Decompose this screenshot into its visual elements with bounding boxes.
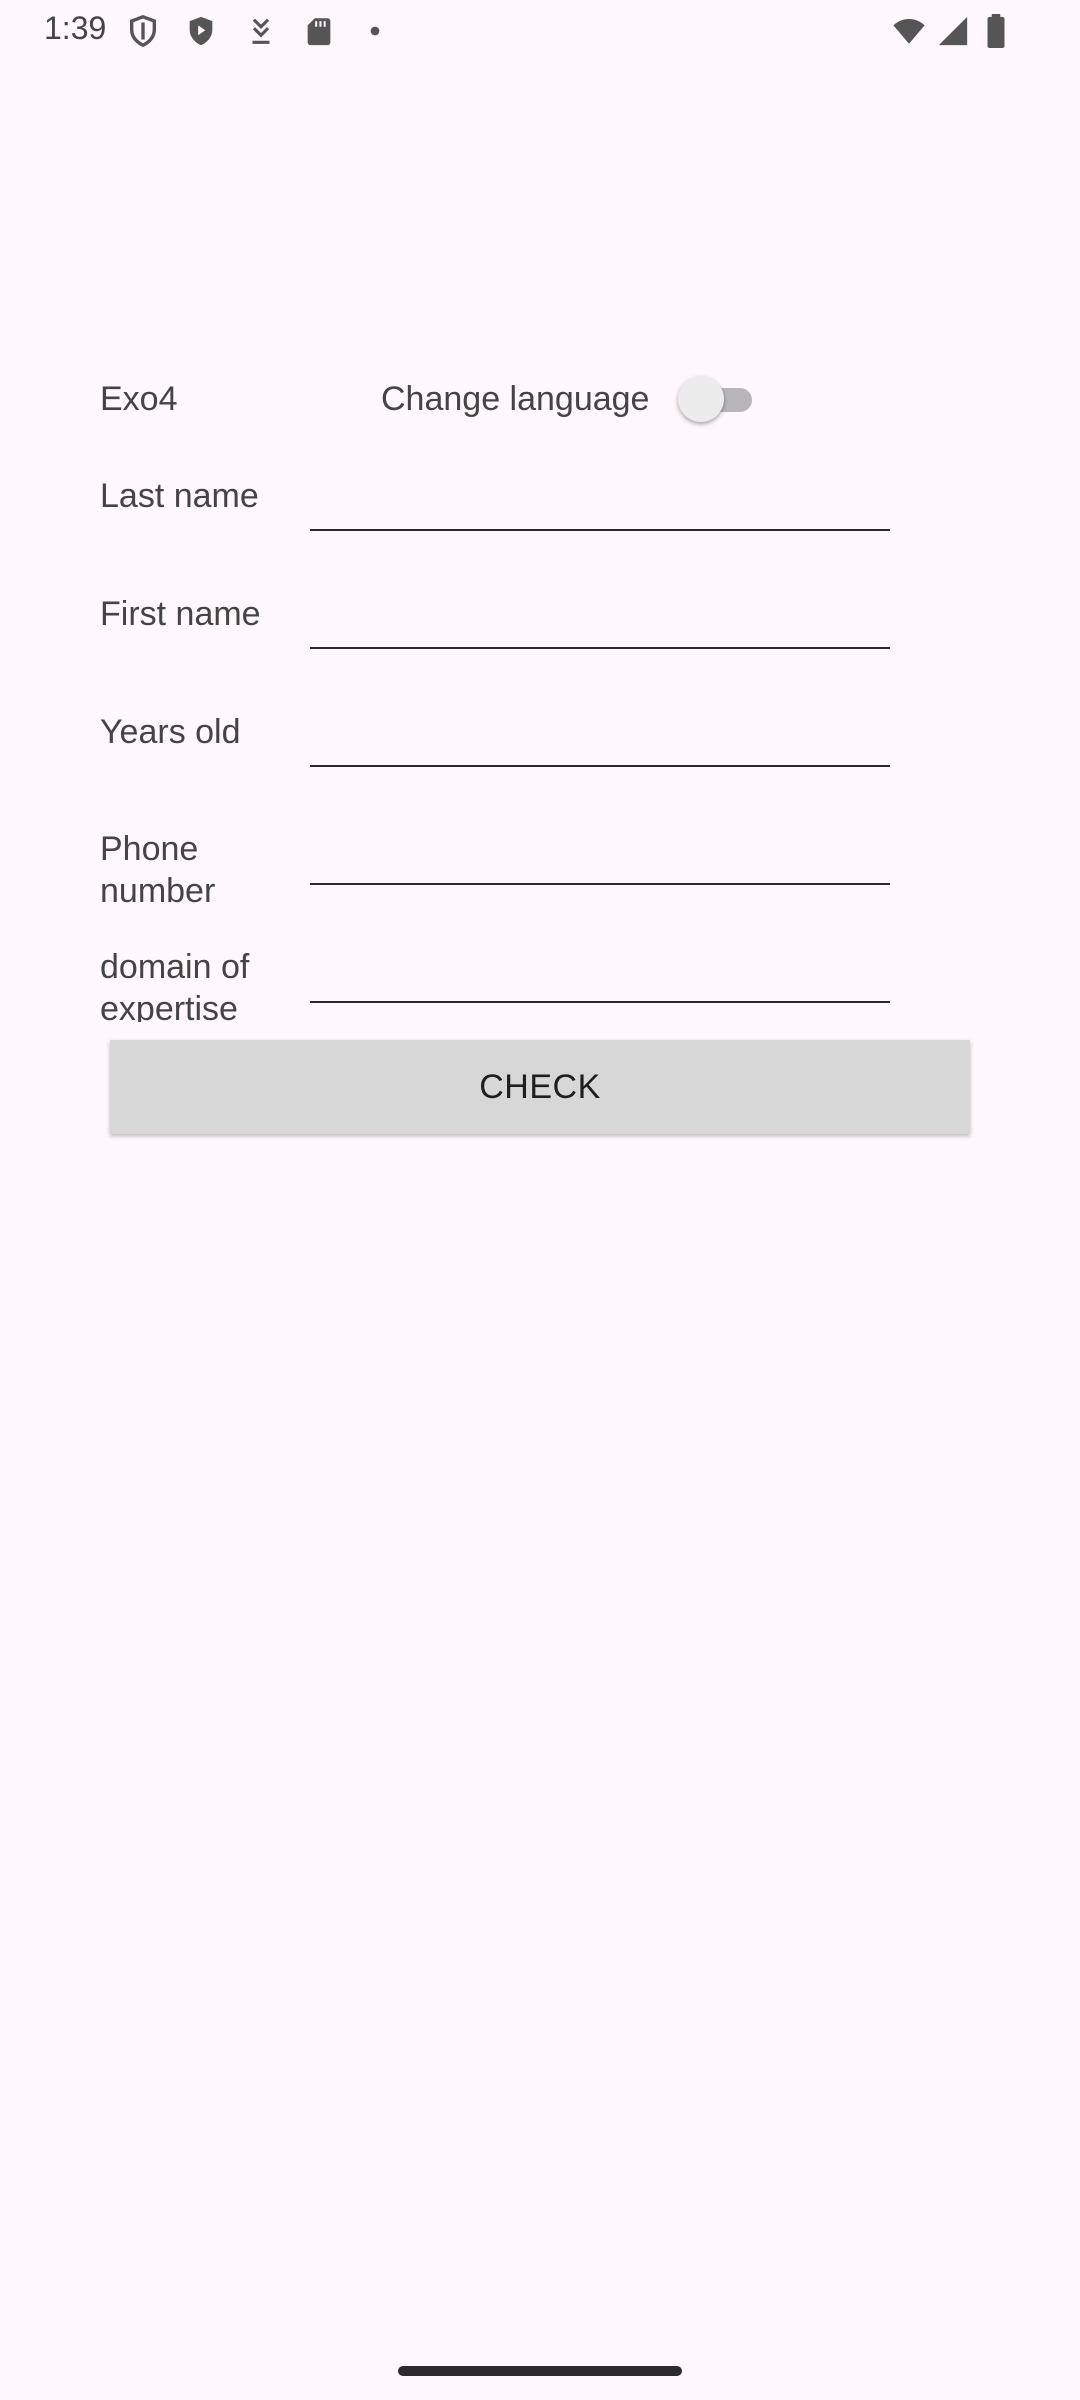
first-name-underline	[310, 647, 890, 649]
language-switch[interactable]	[676, 374, 760, 422]
years-old-input[interactable]	[310, 704, 890, 764]
first-name-label: First name	[100, 595, 261, 633]
years-old-underline	[310, 765, 890, 767]
last-name-label: Last name	[100, 477, 259, 515]
wifi-icon	[888, 14, 930, 48]
first-name-input[interactable]	[310, 586, 890, 646]
status-bar: 1:39	[0, 0, 1080, 62]
gesture-nav-bar[interactable]	[398, 2366, 682, 2376]
phone-number-input[interactable]	[310, 822, 890, 882]
last-name-input[interactable]	[310, 468, 890, 528]
phone-number-label: Phone number	[100, 830, 216, 908]
last-name-underline	[310, 529, 890, 531]
phone-number-label-container: Phone number	[100, 828, 280, 908]
shield-outline-icon	[126, 14, 160, 48]
phone-number-underline	[310, 883, 890, 885]
download-icon	[244, 14, 278, 48]
switch-thumb	[678, 376, 724, 422]
domain-of-expertise-input[interactable]	[310, 940, 890, 1000]
years-old-label: Years old	[100, 713, 241, 751]
app-label: Exo4	[100, 380, 178, 418]
domain-of-expertise-label: domain of expertise	[100, 948, 250, 1022]
change-language-label: Change language	[381, 380, 650, 418]
signal-icon	[934, 14, 972, 48]
domain-of-expertise-label-container: domain of expertise	[100, 946, 290, 1022]
battery-icon	[982, 14, 1010, 48]
dot-icon	[362, 14, 388, 48]
shield-play-icon	[184, 14, 218, 48]
check-button[interactable]: CHECK	[110, 1040, 970, 1134]
sd-card-icon	[302, 14, 336, 48]
domain-of-expertise-underline	[310, 1001, 890, 1003]
status-time: 1:39	[44, 10, 107, 46]
